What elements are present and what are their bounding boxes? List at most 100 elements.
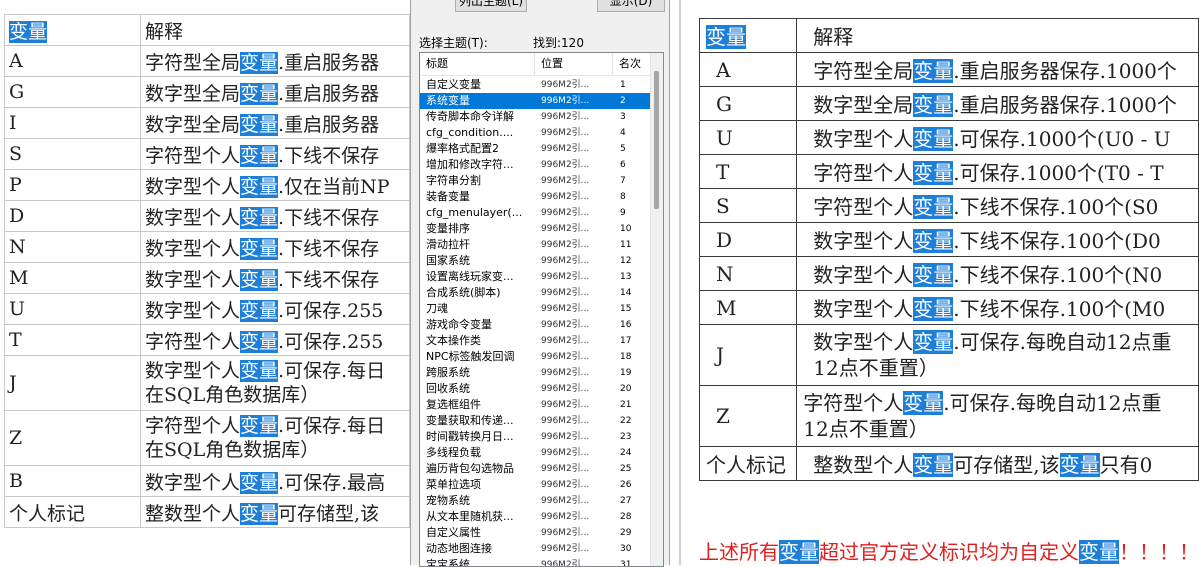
topic-title: 回收系统 (426, 382, 470, 395)
topic-location: 996M2引... (541, 160, 590, 170)
topic-list-item[interactable]: 字符串分割 996M2引... 7 (420, 173, 650, 189)
left-explanation-post: .下线不保存 (278, 268, 380, 291)
left-explanation-line: 字符型个人变量.可保存.255 (145, 330, 384, 353)
topic-list-item[interactable]: 滑动拉杆 996M2引... 11 (420, 237, 650, 253)
right-variable-cell: 个人标记 (698, 446, 798, 481)
topic-list-item[interactable]: 动态地图连接 996M2引... 30 (420, 541, 650, 557)
topic-list-item[interactable]: 增加和修改字符... 996M2引... 6 (420, 157, 650, 173)
right-explanation-post: .下线不保存.100个(N0 (953, 263, 1163, 287)
topic-title: 复选框组件 (426, 398, 481, 411)
right-explanation-highlight: 变量 (913, 195, 954, 219)
topic-title: 变量排序 (426, 222, 470, 235)
right-explanation-pre: 字符型全局 (813, 59, 914, 83)
topic-list-item[interactable]: 传奇脚本命令详解 996M2引... 3 (420, 109, 650, 125)
left-document-pane: 变量 解释 A 字符型全局变量.重启服务器 G 数字型全局变量.重启服务器 I 数字型全局变量… (0, 0, 420, 565)
topic-list-item[interactable]: 遍历背包勾选物品 996M2引... 25 (420, 461, 650, 477)
topic-rank: 16 (620, 320, 632, 330)
left-explanation-cell: 数字型个人变量.可保存.最高 (140, 465, 410, 497)
left-explanation-post: .重启服务器 (278, 82, 380, 105)
topic-list-item[interactable]: 系统变量 996M2引... 2 (420, 93, 650, 109)
topic-title: 设置离线玩家变... (426, 270, 514, 283)
list-topics-button[interactable]: 列出主题(L) (455, 0, 527, 12)
topic-list-item[interactable]: 自定义变量 996M2引... 1 (420, 77, 650, 93)
left-explanation-line: 数字型个人变量.下线不保存 (145, 237, 379, 260)
right-explanation-pre: 字符型个人 (803, 391, 904, 415)
topic-list-item[interactable]: 变量排序 996M2引... 10 (420, 221, 650, 237)
right-variable-cell: N (698, 256, 798, 291)
left-explanation-highlight: 变量 (240, 206, 279, 229)
topic-list-item[interactable]: 装备变量 996M2引... 8 (420, 189, 650, 205)
footer-highlight-1: 变量 (779, 540, 819, 564)
topic-list-item[interactable]: NPC标签触发回调 996M2引... 18 (420, 349, 650, 365)
topic-title: 变量获取和传递... (426, 414, 514, 427)
topic-list-item[interactable]: cfg_condition.... 996M2引... 4 (420, 125, 650, 141)
topic-title: 多线程负载 (426, 446, 481, 459)
topic-list-item[interactable]: 宠物系统 996M2引... 27 (420, 493, 650, 509)
left-variable-cell: P (4, 169, 141, 201)
topic-list-item[interactable]: 爆率格式配置2 996M2引... 5 (420, 141, 650, 157)
topic-location: 996M2引... (541, 368, 590, 378)
right-explanation-highlight: 变量 (913, 263, 954, 287)
topic-list-item[interactable]: 游戏命令变量 996M2引... 16 (420, 317, 650, 333)
topic-list-item[interactable]: 菜单拉选项 996M2引... 26 (420, 477, 650, 493)
footer-text-mid: 超过官方定义标识均为自定义 (819, 540, 1079, 564)
topic-list-item[interactable]: 自定义属性 996M2引... 29 (420, 525, 650, 541)
left-explanation-post: .仅在当前NP (278, 175, 390, 198)
right-explanation-post: .可保存.每晚自动12点重 (943, 391, 1162, 415)
right-explanation-line: 数字型个人变量.下线不保存.100个(M0 (813, 297, 1165, 321)
topic-list-item[interactable]: 回收系统 996M2引... 20 (420, 381, 650, 397)
right-explanation-cell: 数字型全局变量.重启服务器保存.1000个 (796, 86, 1199, 121)
right-explanation-post: .下线不保存.100个(S0 (953, 195, 1159, 219)
scrollbar-thumb[interactable] (654, 71, 659, 209)
left-variable-cell: A (4, 45, 141, 77)
topic-rank: 31 (620, 560, 632, 567)
topic-list-item[interactable]: 设置离线玩家变... 996M2引... 13 (420, 269, 650, 285)
topic-title: 传奇脚本命令详解 (426, 110, 514, 123)
right-row: U 数字型个人变量.可保存.1000个(U0 - U (698, 120, 1199, 155)
topic-list-item[interactable]: 国家系统 996M2引... 12 (420, 253, 650, 269)
right-explanation-line: 字符型个人变量.可保存.每晚自动12点重 (803, 390, 1192, 416)
column-header-rank[interactable]: 名次 (613, 53, 650, 75)
column-header-title[interactable]: 标题 (420, 53, 535, 75)
right-explanation-post-2: 只有0 (1099, 453, 1153, 477)
topic-title: 自定义属性 (426, 526, 481, 539)
topic-list-item[interactable]: 合成系统(脚本) 996M2引... 14 (420, 285, 650, 301)
topic-title: 系统变量 (426, 94, 470, 107)
topic-title: 爆率格式配置2 (426, 142, 499, 155)
topic-rank: 1 (620, 80, 626, 90)
topic-list-item[interactable]: 刀魂 996M2引... 15 (420, 301, 650, 317)
topic-list-item[interactable]: 文本操作类 996M2引... 17 (420, 333, 650, 349)
left-explanation-post: .可保存.255 (278, 330, 384, 353)
left-explanation-post: .重启服务器 (278, 113, 380, 136)
vertical-scrollbar[interactable] (650, 53, 663, 566)
right-variable-cell: M (698, 290, 798, 325)
topic-rank: 7 (620, 176, 626, 186)
topic-rank: 15 (620, 304, 632, 314)
display-button[interactable]: 显示(D) (597, 0, 665, 12)
topic-list-item[interactable]: 多线程负载 996M2引... 24 (420, 445, 650, 461)
topic-list-item[interactable]: 宝宝系统 996M2引... 31 (420, 557, 650, 567)
topic-title: 宝宝系统 (426, 558, 470, 567)
topic-list-item[interactable]: 变量获取和传递... 996M2引... 22 (420, 413, 650, 429)
topic-location: 996M2引... (541, 80, 590, 90)
topic-list-item[interactable]: cfg_menulayer(... 996M2引... 9 (420, 205, 650, 221)
topic-rank: 3 (620, 112, 626, 122)
left-row: T 字符型个人变量.可保存.255 (4, 324, 410, 356)
topic-list-item[interactable]: 时间戳转换月日... 996M2引... 23 (420, 429, 650, 445)
help-search-dialog: 列出主题(L) 显示(D) 选择主题(T): 找到:120 标题 位置 名次 自… (410, 0, 670, 567)
topic-list[interactable]: 标题 位置 名次 自定义变量 996M2引... 1 系统变量 996M2引... 2 传奇… (419, 52, 664, 567)
topic-title: 菜单拉选项 (426, 478, 481, 491)
topic-location: 996M2引... (541, 192, 590, 202)
topic-location: 996M2引... (541, 400, 590, 410)
left-explanation-pre: 数字型个人 (145, 360, 241, 382)
left-row: P 数字型个人变量.仅在当前NP (4, 169, 410, 201)
topic-list-item[interactable]: 跨服系统 996M2引... 19 (420, 365, 650, 381)
right-explanation-pre: 字符型个人 (813, 161, 914, 185)
left-explanation-pre: 数字型个人 (145, 268, 241, 291)
topic-list-item[interactable]: 复选框组件 996M2引... 21 (420, 397, 650, 413)
column-header-location[interactable]: 位置 (535, 53, 613, 75)
right-explanation-highlight: 变量 (913, 59, 954, 83)
topic-list-item[interactable]: 从文本里随机获... 996M2引... 28 (420, 509, 650, 525)
topic-location: 996M2引... (541, 544, 590, 554)
left-explanation-pre: 数字型全局 (145, 113, 241, 136)
